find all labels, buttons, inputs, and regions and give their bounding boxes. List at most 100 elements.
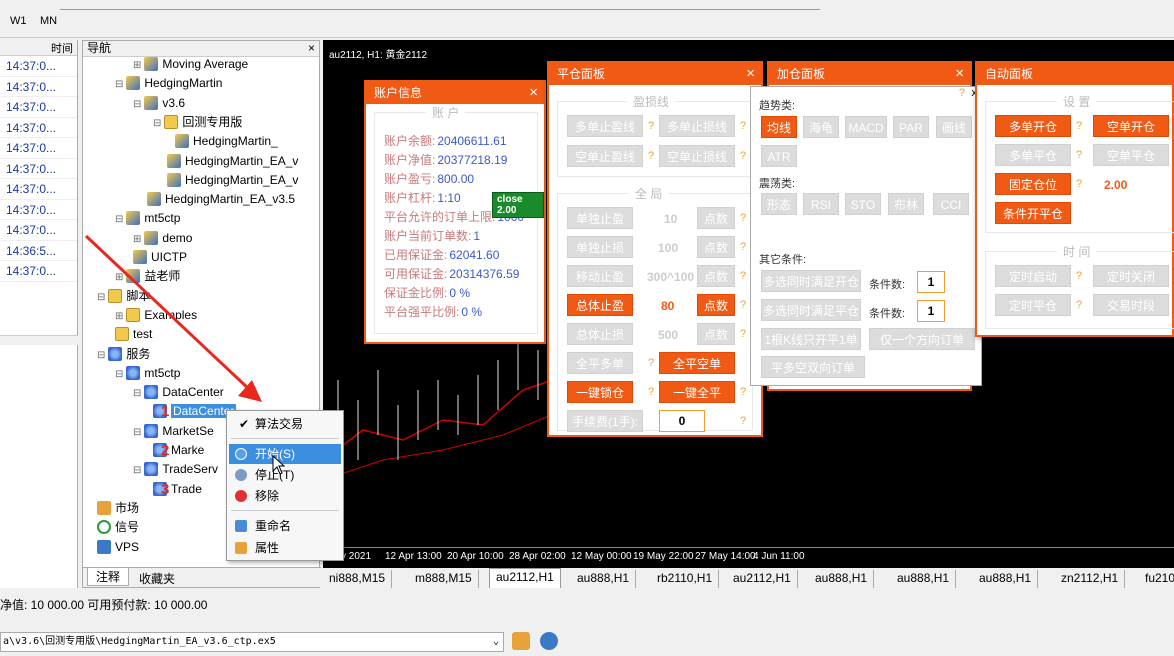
points-button[interactable]: 点数 — [697, 323, 735, 345]
collapse-icon[interactable]: ⊟ — [153, 118, 161, 129]
trading-session-button[interactable]: 交易时段 — [1093, 294, 1169, 316]
help-icon[interactable]: ? — [740, 415, 746, 427]
help-icon[interactable]: ? — [740, 241, 746, 253]
one-direction-order-button[interactable]: 仅一个方向订单 — [869, 328, 975, 350]
ma-button[interactable]: 均线 — [761, 116, 797, 138]
condition-count-input-close[interactable]: 1 — [917, 300, 945, 322]
single-sl-button[interactable]: 单独止损 — [567, 236, 633, 258]
timed-stop-button[interactable]: 定时关闭 — [1093, 265, 1169, 287]
condition-count-input-open[interactable]: 1 — [917, 271, 945, 293]
points-button[interactable]: 点数 — [697, 265, 735, 287]
menu-item-properties[interactable]: 属性 — [229, 538, 341, 558]
help-icon[interactable]: ? — [740, 328, 746, 340]
time-row[interactable]: 14:37:0... — [0, 118, 77, 138]
compile-icon[interactable] — [512, 632, 530, 650]
help-icon[interactable]: ? — [740, 270, 746, 282]
navigator-item[interactable]: ⊟ TradeServ — [133, 460, 218, 479]
help-icon[interactable]: ? — [1076, 270, 1082, 282]
time-row[interactable]: 14:37:0... — [0, 97, 77, 118]
chart-tab[interactable]: au2112,H1 — [489, 568, 561, 588]
help-icon[interactable]: ? — [1076, 120, 1082, 132]
time-row[interactable]: 14:37:0... — [0, 138, 77, 159]
fee-button[interactable]: 手续费(1手): — [567, 410, 643, 432]
total-tp-value[interactable]: 80 — [661, 299, 674, 313]
chart-tab[interactable]: fu2109,H — [1139, 570, 1174, 588]
macd-button[interactable]: MACD — [845, 116, 887, 138]
tab-comments[interactable]: 注释 — [87, 568, 130, 586]
pattern-button[interactable]: 形态 — [761, 193, 797, 215]
timed-start-button[interactable]: 定时启动 — [995, 265, 1071, 287]
menu-item-remove[interactable]: 移除 — [229, 486, 341, 506]
trailing-tp-value[interactable]: 300^100 — [647, 270, 694, 284]
help-icon[interactable]: ? — [959, 87, 965, 99]
help-icon[interactable]: ? — [648, 386, 654, 398]
menu-item-rename[interactable]: 重命名 — [229, 516, 341, 536]
time-row[interactable]: 14:37:0... — [0, 261, 77, 282]
file-path-combo[interactable]: a\v3.6\回测专用版\HedgingMartin_EA_v3.6_ctp.e… — [0, 632, 504, 652]
close-icon[interactable]: × — [955, 63, 964, 85]
chart-tab[interactable]: zn2112,H1 — [1055, 570, 1126, 588]
short-close-button[interactable]: 空单平仓 — [1093, 144, 1169, 166]
multi-close-button[interactable]: 多选同时满足平仓 — [761, 299, 861, 321]
single-sl-value[interactable]: 100 — [658, 241, 678, 255]
points-button[interactable]: 点数 — [697, 294, 735, 316]
help-icon[interactable]: ? — [648, 150, 654, 162]
chart-tab[interactable]: au888,H1 — [571, 570, 637, 588]
collapse-icon[interactable]: ⊟ — [115, 79, 123, 90]
total-tp-button[interactable]: 总体止盈 — [567, 294, 633, 316]
points-button[interactable]: 点数 — [697, 236, 735, 258]
help-icon[interactable]: ? — [1076, 149, 1082, 161]
long-sl-line-button[interactable]: 多单止损线 — [659, 115, 735, 137]
short-sl-line-button[interactable]: 空单止损线 — [659, 145, 735, 167]
timed-close-button[interactable]: 定时平仓 — [995, 294, 1071, 316]
trailing-tp-button[interactable]: 移动止盈 — [567, 265, 633, 287]
navigator-item[interactable]: 市场 — [97, 499, 139, 518]
chart-tab[interactable]: au888,H1 — [973, 570, 1039, 588]
single-tp-value[interactable]: 10 — [664, 212, 677, 226]
menu-item-algo-trading[interactable]: ✔ 算法交易 — [229, 414, 341, 434]
tab-favorites[interactable]: 收藏夹 — [131, 570, 183, 587]
time-row[interactable]: 14:37:0... — [0, 200, 77, 220]
chart-tab[interactable]: au2112,H1 — [727, 570, 798, 588]
chart-tab[interactable]: m888,M15 — [409, 570, 479, 588]
time-row[interactable]: 14:37:0... — [0, 159, 77, 179]
sto-button[interactable]: STO — [845, 193, 881, 215]
toolbar-icons-strip[interactable] — [60, 0, 820, 10]
time-row[interactable]: 14:37:0... — [0, 77, 77, 97]
navigator-item[interactable]: ⊟ 回测专用版 — [153, 113, 242, 132]
navigator-item[interactable]: ⊟ mt5ctp — [115, 209, 180, 228]
chart-tab[interactable]: rb2110,H1 — [651, 570, 720, 588]
help-icon[interactable]: ? — [740, 386, 746, 398]
timeframe-mn-button[interactable]: MN — [40, 15, 57, 27]
draw-line-button[interactable]: 画线 — [936, 116, 972, 138]
long-close-button[interactable]: 多单平仓 — [995, 144, 1071, 166]
turtle-button[interactable]: 海龟 — [803, 116, 839, 138]
navigator-item[interactable]: VPS — [97, 538, 139, 557]
help-icon[interactable]: ? — [740, 212, 746, 224]
time-row[interactable]: 14:36:5... — [0, 241, 77, 261]
navigator-item[interactable]: HedgingMartin_EA_v3.5 — [147, 190, 295, 209]
points-button[interactable]: 点数 — [697, 207, 735, 229]
collapse-icon[interactable]: ⊟ — [133, 465, 141, 476]
help-icon[interactable]: ? — [740, 150, 746, 162]
settings-gear-icon[interactable] — [540, 632, 558, 650]
navigator-item[interactable]: ⊟ MarketSe — [133, 422, 214, 441]
timeframe-w1-button[interactable]: W1 — [10, 15, 27, 27]
navigator-item[interactable]: HedgingMartin_EA_v — [167, 152, 298, 171]
collapse-icon[interactable]: ⊟ — [133, 99, 141, 110]
navigator-item[interactable]: ⊟ HedgingMartin — [115, 74, 222, 93]
short-open-button[interactable]: 空单开仓 — [1093, 115, 1169, 137]
total-sl-button[interactable]: 总体止损 — [567, 323, 633, 345]
help-icon[interactable]: ? — [648, 357, 654, 369]
navigator-item[interactable]: HedgingMartin_ — [175, 132, 278, 151]
close-icon[interactable]: × — [308, 41, 315, 56]
long-tp-line-button[interactable]: 多单止盈线 — [567, 115, 643, 137]
close-all-short-button[interactable]: 全平空单 — [659, 352, 735, 374]
time-row[interactable]: 14:37:0... — [0, 179, 77, 200]
one-click-lock-button[interactable]: 一键锁仓 — [567, 381, 633, 403]
conditional-open-close-button[interactable]: 条件开平仓 — [995, 202, 1071, 224]
bollinger-button[interactable]: 布林 — [888, 193, 924, 215]
time-row[interactable]: 14:37:0... — [0, 56, 77, 77]
chart-tab[interactable]: au888,H1 — [809, 570, 875, 588]
par-button[interactable]: PAR — [893, 116, 929, 138]
